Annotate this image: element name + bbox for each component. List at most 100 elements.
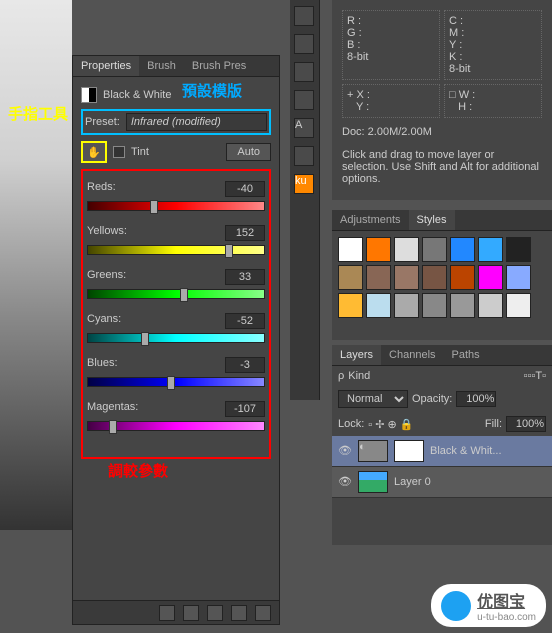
style-swatch[interactable] (394, 237, 419, 262)
preset-label: Preset: (85, 116, 120, 128)
tab-adjustments[interactable]: Adjustments (332, 210, 409, 230)
opacity-label: Opacity: (412, 393, 452, 405)
layer-row-adjustment[interactable]: 👁 ◐ Black & Whit... (332, 436, 552, 467)
targeted-adjustment-tool[interactable]: ✋ (81, 141, 107, 163)
lock-label: Lock: (338, 418, 364, 430)
mask-thumb[interactable] (394, 440, 424, 462)
cyans-value[interactable]: -52 (225, 313, 265, 329)
blend-mode-select[interactable]: Normal (338, 390, 408, 408)
rgb-readout: R :G :B :8-bit (342, 10, 440, 80)
canvas-background (0, 0, 72, 530)
visibility-toggle[interactable]: 👁 (338, 475, 352, 489)
style-swatch[interactable] (506, 237, 531, 262)
lock-icons[interactable]: ▫ ✢ ⊕ 🔒 (368, 418, 413, 431)
layer-name[interactable]: Black & Whit... (430, 445, 502, 457)
yellows-slider[interactable] (87, 245, 265, 255)
fill-label: Fill: (485, 418, 502, 430)
tab-channels[interactable]: Channels (381, 345, 443, 365)
style-swatch[interactable] (338, 293, 363, 318)
greens-slider[interactable] (87, 289, 265, 299)
preset-dropdown[interactable]: Infrared (modified) (126, 113, 267, 131)
slider-thumb[interactable] (150, 200, 158, 214)
tab-brush[interactable]: Brush (139, 56, 184, 76)
properties-footer (73, 600, 279, 624)
navigator-icon[interactable] (294, 34, 314, 54)
tint-label: Tint (131, 146, 149, 158)
opacity-value[interactable]: 100% (456, 391, 496, 407)
style-swatch[interactable] (394, 265, 419, 290)
greens-value[interactable]: 33 (225, 269, 265, 285)
style-swatch[interactable] (422, 237, 447, 262)
layer-name[interactable]: Layer 0 (394, 476, 431, 488)
style-swatch[interactable] (450, 237, 475, 262)
reset-icon[interactable] (207, 605, 223, 621)
adjustment-thumb[interactable]: ◐ (358, 440, 388, 462)
sliders-highlight: Reds:-40 Yellows:152 Greens:33 Cyans:-52… (81, 169, 271, 459)
style-swatch[interactable] (394, 293, 419, 318)
clip-icon[interactable] (159, 605, 175, 621)
magentas-label: Magentas: (87, 401, 138, 417)
magentas-slider[interactable] (87, 421, 265, 431)
tint-checkbox[interactable] (113, 146, 125, 158)
yellows-label: Yellows: (87, 225, 127, 241)
layer-row-image[interactable]: 👁 Layer 0 (332, 467, 552, 498)
tab-styles[interactable]: Styles (409, 210, 455, 230)
logo-url: u-tu-bao.com (477, 612, 536, 623)
collapsed-panels: A ku (290, 0, 320, 400)
style-swatch[interactable] (338, 265, 363, 290)
style-swatch[interactable] (366, 293, 391, 318)
reds-label: Reds: (87, 181, 116, 197)
yellows-value[interactable]: 152 (225, 225, 265, 241)
paragraph-icon[interactable] (294, 146, 314, 166)
magentas-value[interactable]: -107 (225, 401, 265, 417)
slider-thumb[interactable] (141, 332, 149, 346)
slider-thumb[interactable] (225, 244, 233, 258)
color-icon[interactable] (294, 90, 314, 110)
filter-kind[interactable]: Kind (348, 370, 370, 382)
fill-value[interactable]: 100% (506, 416, 546, 432)
slider-thumb[interactable] (180, 288, 188, 302)
info-panel: R :G :B :8-bit C :M :Y :K :8-bit + X : Y… (332, 0, 552, 200)
swatches-icon[interactable] (294, 62, 314, 82)
style-swatch[interactable] (506, 293, 531, 318)
style-swatch[interactable] (366, 265, 391, 290)
cyans-slider[interactable] (87, 333, 265, 343)
auto-button[interactable]: Auto (226, 143, 271, 161)
tab-brush-presets[interactable]: Brush Pres (184, 56, 254, 76)
view-previous-icon[interactable] (183, 605, 199, 621)
slider-thumb[interactable] (167, 376, 175, 390)
style-swatch[interactable] (478, 265, 503, 290)
style-swatch[interactable] (366, 237, 391, 262)
kuler-icon[interactable]: ku (294, 174, 314, 194)
histogram-icon[interactable] (294, 6, 314, 26)
bw-adjustment-icon (81, 87, 97, 103)
style-swatch[interactable] (422, 293, 447, 318)
style-swatch[interactable] (478, 293, 503, 318)
greens-label: Greens: (87, 269, 126, 285)
tab-properties[interactable]: Properties (73, 56, 139, 76)
watermark-logo: 优图宝 u-tu-bao.com (431, 584, 546, 627)
adjustment-title: Black & White (103, 89, 171, 101)
style-swatch[interactable] (450, 293, 475, 318)
visibility-toggle[interactable]: 👁 (338, 444, 352, 458)
layer-thumb[interactable] (358, 471, 388, 493)
style-swatch[interactable] (478, 237, 503, 262)
reds-slider[interactable] (87, 201, 265, 211)
tab-paths[interactable]: Paths (444, 345, 488, 365)
tab-layers[interactable]: Layers (332, 345, 381, 365)
visibility-icon[interactable] (231, 605, 247, 621)
slider-thumb[interactable] (109, 420, 117, 434)
blues-value[interactable]: -3 (225, 357, 265, 373)
character-icon[interactable]: A (294, 118, 314, 138)
style-swatch[interactable] (450, 265, 475, 290)
layers-panel: Layers Channels Paths ρKind ▫▫▫T▫ Normal… (332, 345, 552, 545)
style-swatch[interactable] (338, 237, 363, 262)
blues-label: Blues: (87, 357, 118, 373)
annotation-preset: 預設模版 (182, 80, 242, 101)
reds-value[interactable]: -40 (225, 181, 265, 197)
blues-slider[interactable] (87, 377, 265, 387)
style-swatch[interactable] (422, 265, 447, 290)
style-swatch[interactable] (506, 265, 531, 290)
delete-icon[interactable] (255, 605, 271, 621)
wh-readout: □ W : H : (444, 84, 542, 118)
